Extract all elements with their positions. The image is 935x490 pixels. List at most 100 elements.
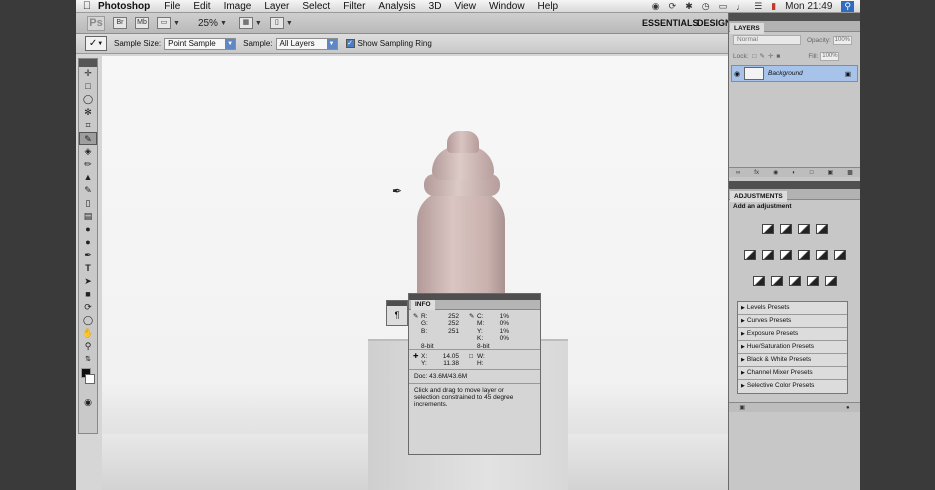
lock-image-icon[interactable]: ✎	[759, 52, 764, 60]
adjustments-panel-header[interactable]	[729, 181, 860, 189]
lock-transparent-icon[interactable]: □	[753, 53, 757, 60]
menu-view[interactable]: View	[454, 1, 476, 12]
collapsed-panel-dock[interactable]: ¶	[386, 300, 408, 326]
menu-layer[interactable]: Layer	[264, 1, 289, 12]
tools-panel-header[interactable]	[79, 59, 97, 67]
eraser-tool-icon[interactable]: ▯	[79, 197, 97, 210]
posterize-icon[interactable]	[770, 276, 783, 286]
preset-exposure[interactable]: ▶ Exposure Presets	[738, 328, 847, 341]
color-balance-icon[interactable]	[779, 250, 792, 260]
menu-window[interactable]: Window	[489, 1, 525, 12]
hand-tool-icon[interactable]: ✋	[79, 327, 97, 340]
black-white-icon[interactable]	[797, 250, 810, 260]
status-icon[interactable]: ◉	[652, 1, 660, 12]
menu-select[interactable]: Select	[302, 1, 330, 12]
lock-all-icon[interactable]: ■	[776, 53, 780, 60]
screen-mode-icon[interactable]: ▭	[157, 17, 171, 29]
show-sampling-ring-checkbox[interactable]: ✓	[345, 39, 355, 48]
preset-levels[interactable]: ▶ Levels Presets	[738, 302, 847, 315]
blend-mode-select[interactable]: Normal	[733, 35, 801, 45]
sample-select[interactable]: All Layers ▼	[275, 37, 338, 50]
fill-field[interactable]: 100%	[820, 51, 840, 61]
menu-analysis[interactable]: Analysis	[378, 1, 415, 12]
link-layers-icon[interactable]: ∞	[736, 170, 740, 176]
extras-icon[interactable]: ▯	[269, 17, 284, 29]
selective-color-icon[interactable]	[824, 276, 837, 286]
tab-layers[interactable]: LAYERS	[730, 23, 764, 34]
chevron-down-icon[interactable]: ▼	[220, 20, 227, 27]
menu-file[interactable]: File	[164, 1, 180, 12]
eye-icon[interactable]: ◉	[732, 70, 742, 78]
brush-tool-icon[interactable]: ✏	[79, 158, 97, 171]
crop-tool-icon[interactable]: ⌗	[79, 119, 97, 132]
menu-3d[interactable]: 3D	[429, 1, 442, 12]
menu-filter[interactable]: Filter	[343, 1, 365, 12]
menu-image[interactable]: Image	[224, 1, 252, 12]
display-icon[interactable]: ▭	[719, 1, 728, 12]
battery-icon[interactable]: ▮	[771, 1, 776, 12]
sync-icon[interactable]: ⟳	[669, 1, 677, 12]
chevron-down-icon[interactable]: ▼	[255, 20, 262, 27]
clock[interactable]: Mon 21:49	[785, 1, 832, 12]
background-color[interactable]	[85, 374, 95, 384]
layer-style-icon[interactable]: fx	[754, 170, 759, 176]
layer-row-background[interactable]: ◉ Background ▣	[731, 65, 858, 82]
vibrance-icon[interactable]	[743, 250, 756, 260]
type-tool-icon[interactable]: T	[79, 262, 97, 275]
trash-icon[interactable]: ▩	[847, 169, 853, 176]
3d-rotate-tool-icon[interactable]: ⟳	[79, 301, 97, 314]
wifi-icon[interactable]: ☰	[754, 1, 762, 12]
paragraph-icon[interactable]: ¶	[387, 306, 407, 324]
gradient-tool-icon[interactable]: ▤	[79, 210, 97, 223]
layers-panel-header[interactable]	[729, 13, 860, 21]
preset-hue-saturation[interactable]: ▶ Hue/Saturation Presets	[738, 341, 847, 354]
preset-channel-mixer[interactable]: ▶ Channel Mixer Presets	[738, 367, 847, 380]
channel-mixer-icon[interactable]	[833, 250, 846, 260]
tab-info[interactable]: INFO	[411, 300, 435, 310]
brightness-contrast-icon[interactable]	[761, 224, 774, 234]
layer-mask-icon[interactable]: ◉	[773, 169, 778, 176]
zoom-tool-icon[interactable]: ⚲	[79, 340, 97, 353]
exposure-icon[interactable]	[815, 224, 828, 234]
color-swatches[interactable]	[79, 366, 97, 390]
app-menu[interactable]: Photoshop	[98, 1, 150, 12]
new-layer-icon[interactable]: ▣	[828, 169, 834, 176]
volume-icon[interactable]: ♩	[736, 2, 745, 12]
3d-orbit-tool-icon[interactable]: ◯	[79, 314, 97, 327]
preset-selective-color[interactable]: ▶ Selective Color Presets	[738, 380, 847, 393]
gradient-map-icon[interactable]	[806, 276, 819, 286]
workspace-design[interactable]: DESIGN	[697, 18, 732, 28]
clip-to-layer-icon[interactable]: ▣	[739, 404, 745, 411]
menu-help[interactable]: Help	[538, 1, 559, 12]
levels-icon[interactable]	[779, 224, 792, 234]
chevron-down-icon[interactable]: ▼	[173, 20, 180, 27]
preset-black-white[interactable]: ▶ Black & White Presets	[738, 354, 847, 367]
marquee-tool-icon[interactable]: □	[79, 80, 97, 93]
tool-preset-picker[interactable]: ✓ ▼	[85, 36, 107, 51]
pen-tool-icon[interactable]: ✒	[79, 249, 97, 262]
zoom-level[interactable]: 25%	[198, 18, 218, 29]
time-machine-icon[interactable]: ◷	[702, 1, 710, 12]
sample-size-select[interactable]: Point Sample ▼	[164, 37, 237, 50]
workspace-essentials[interactable]: ESSENTIALS	[642, 18, 699, 28]
dodge-tool-icon[interactable]: ●	[79, 236, 97, 249]
move-tool-icon[interactable]: ✛	[79, 67, 97, 80]
clone-stamp-tool-icon[interactable]: ▲	[79, 171, 97, 184]
lasso-tool-icon[interactable]: ◯	[79, 93, 97, 106]
minibridge-icon[interactable]: Mb	[135, 17, 149, 29]
rectangle-tool-icon[interactable]: ■	[79, 288, 97, 301]
healing-brush-tool-icon[interactable]: ◈	[79, 145, 97, 158]
preset-curves[interactable]: ▶ Curves Presets	[738, 315, 847, 328]
panel-options-icon[interactable]: ●	[846, 405, 850, 411]
search-icon[interactable]: ⚲	[841, 1, 854, 12]
bluetooth-icon[interactable]: ✱	[685, 1, 693, 12]
threshold-icon[interactable]	[788, 276, 801, 286]
quick-select-tool-icon[interactable]: ✻	[79, 106, 97, 119]
curves-icon[interactable]	[797, 224, 810, 234]
chevron-down-icon[interactable]: ▼	[286, 20, 293, 27]
apple-icon[interactable]: 	[76, 0, 98, 12]
opacity-field[interactable]: 100%	[832, 35, 852, 45]
history-brush-tool-icon[interactable]: ✎	[79, 184, 97, 197]
arrange-documents-icon[interactable]: ▦	[238, 17, 253, 29]
hue-saturation-icon[interactable]	[761, 250, 774, 260]
